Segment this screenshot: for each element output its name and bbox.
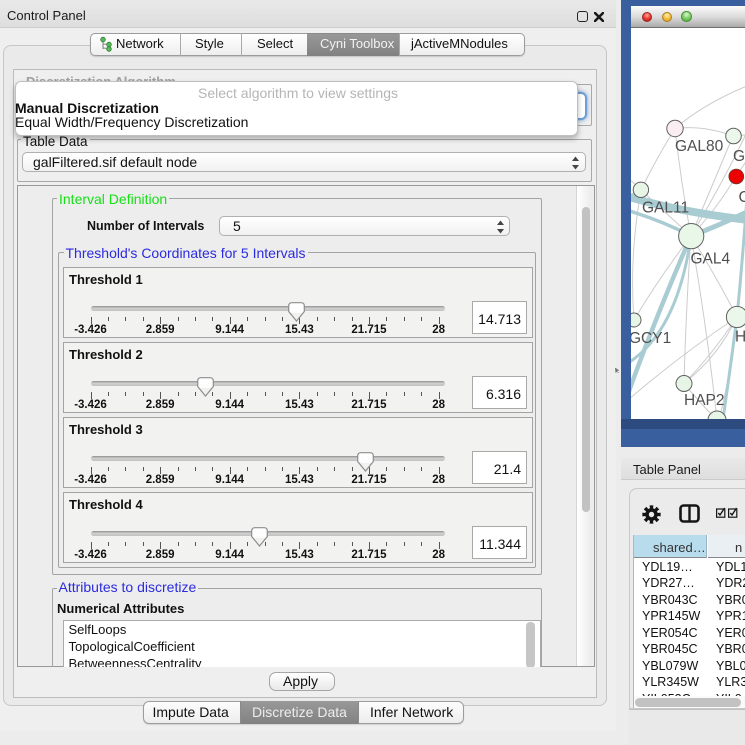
- svg-text:HAP2: HAP2: [684, 392, 725, 409]
- svg-text:C: C: [739, 189, 745, 206]
- svg-text:GCY1: GCY1: [631, 330, 671, 347]
- svg-text:H: H: [735, 329, 745, 346]
- svg-text:GAL11: GAL11: [642, 200, 689, 217]
- svg-text:GA: GA: [733, 148, 745, 165]
- svg-text:GAL80: GAL80: [675, 138, 724, 155]
- svg-text:GAL4: GAL4: [691, 251, 731, 268]
